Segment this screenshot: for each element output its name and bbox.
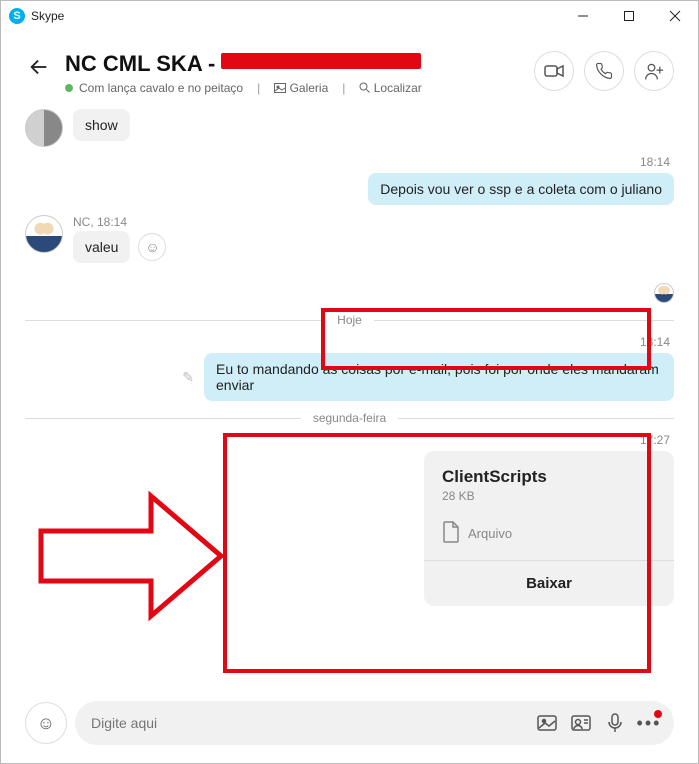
- timestamp: 17:27: [25, 433, 670, 447]
- chat-area[interactable]: show 18:14 Depois vou ver o ssp e a cole…: [1, 109, 698, 606]
- message-in[interactable]: show: [73, 109, 130, 141]
- contact-card-button[interactable]: [564, 706, 598, 740]
- notification-dot-icon: [654, 710, 662, 718]
- chat-header: NC CML SKA - Com lança cavalo e no peita…: [1, 31, 698, 109]
- maximize-button[interactable]: [606, 1, 652, 31]
- video-call-button[interactable]: [534, 51, 574, 91]
- gallery-link[interactable]: Galeria: [274, 81, 328, 95]
- message-in[interactable]: valeu: [73, 231, 130, 263]
- timestamp: 18:14: [25, 155, 670, 169]
- file-icon: [442, 521, 460, 546]
- chat-title: NC CML SKA -: [65, 51, 215, 77]
- file-attachment-card[interactable]: ClientScripts 28 KB Arquivo Baixar: [424, 451, 674, 606]
- file-size: 28 KB: [442, 489, 656, 503]
- attach-media-button[interactable]: [530, 706, 564, 740]
- file-name: ClientScripts: [442, 467, 656, 487]
- skype-logo-icon: S: [9, 8, 25, 24]
- more-options-button[interactable]: •••: [632, 706, 666, 740]
- date-separator: Hoje: [25, 313, 674, 327]
- add-participant-button[interactable]: [634, 51, 674, 91]
- avatar[interactable]: [25, 109, 63, 147]
- audio-call-button[interactable]: [584, 51, 624, 91]
- message-input-wrap: •••: [75, 701, 674, 745]
- minimize-button[interactable]: [560, 1, 606, 31]
- emoji-button[interactable]: ☺: [25, 702, 67, 744]
- message-meta: NC, 18:14: [73, 215, 166, 229]
- read-receipt-avatar: [654, 283, 674, 303]
- message-out[interactable]: Depois vou ver o ssp e a coleta com o ju…: [368, 173, 674, 205]
- message-composer: ☺ •••: [25, 701, 674, 745]
- search-link[interactable]: Localizar: [359, 81, 421, 95]
- close-button[interactable]: [652, 1, 698, 31]
- message-out[interactable]: Eu to mandando as coisas por e-mail, poi…: [204, 353, 674, 401]
- app-name: Skype: [31, 9, 64, 23]
- react-button[interactable]: ☺: [138, 233, 166, 261]
- presence-dot-icon: [65, 84, 73, 92]
- redacted-title-portion: [221, 53, 421, 69]
- window-controls: [560, 1, 698, 31]
- voice-message-button[interactable]: [598, 706, 632, 740]
- back-button[interactable]: [25, 53, 53, 81]
- date-separator: segunda-feira: [25, 411, 674, 425]
- avatar[interactable]: [25, 215, 63, 253]
- window-titlebar: S Skype: [1, 1, 698, 31]
- file-type-label: Arquivo: [468, 526, 512, 541]
- presence-status: Com lança cavalo e no peitaço: [65, 81, 243, 95]
- download-button[interactable]: Baixar: [424, 560, 674, 606]
- message-input[interactable]: [91, 715, 530, 731]
- timestamp: 13:14: [25, 335, 670, 349]
- edit-icon[interactable]: ✎: [182, 369, 194, 386]
